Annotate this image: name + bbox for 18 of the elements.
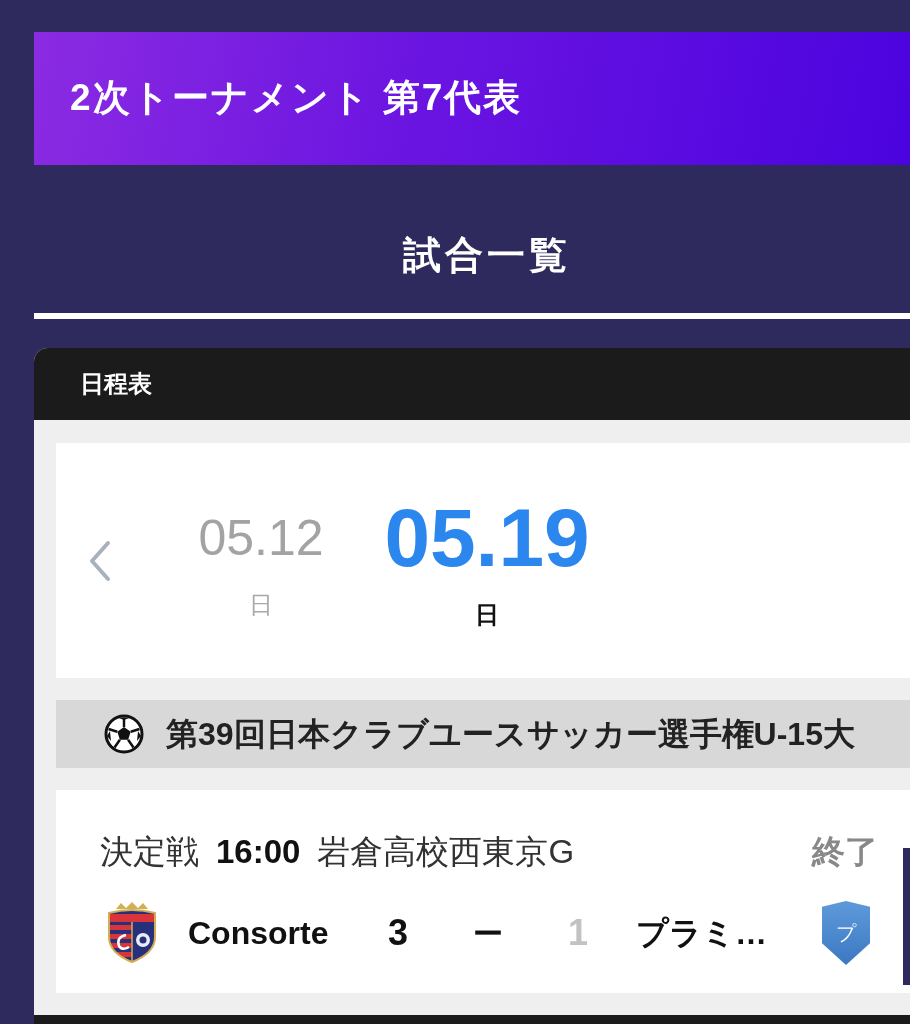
team-badge: プ	[822, 901, 870, 965]
card-title: 日程表	[80, 369, 152, 399]
match-time: 16:00	[216, 832, 301, 873]
match-round: 決定戦	[100, 832, 199, 873]
banner-title: 2次トーナメント 第7代表	[70, 76, 523, 121]
match-card[interactable]: 決定戦 16:00 岩倉高校西東京G 終了 Consorte 3 ー 1 プラミ… プ	[56, 790, 910, 993]
team-score: 3	[387, 911, 409, 955]
team-name: プラミ…	[636, 914, 768, 953]
soccer-ball-icon	[104, 714, 144, 754]
chevron-left-icon[interactable]	[88, 540, 112, 582]
section-title: 試合一覧	[403, 235, 571, 275]
date-tab[interactable]: 05.19 日	[374, 498, 600, 630]
team-name: Consorte	[188, 914, 330, 953]
match-venue: 岩倉高校西東京G	[317, 832, 575, 873]
match-status: 終了	[812, 832, 878, 873]
competition-title: 第39回日本クラブユースサッカー選手権U-15大	[166, 715, 855, 754]
team-score: 1	[567, 911, 589, 955]
score-separator: ー	[472, 915, 504, 952]
